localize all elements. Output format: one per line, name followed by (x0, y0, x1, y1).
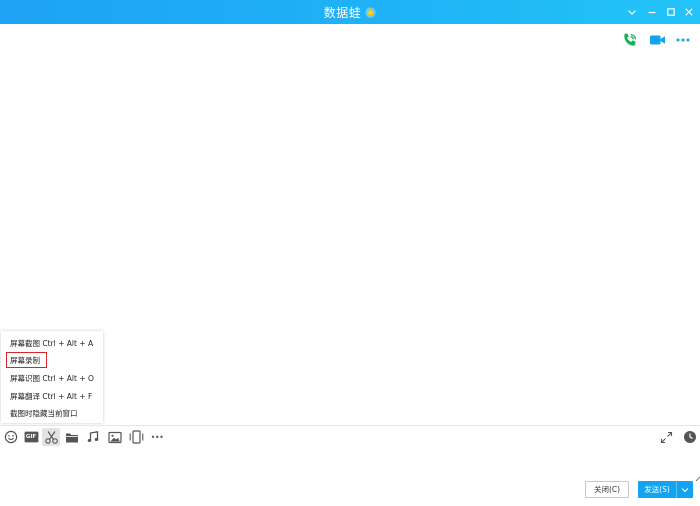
expand-button[interactable] (658, 429, 674, 445)
chevron-down-icon (681, 487, 689, 492)
menu-item-screen-record[interactable]: 屏幕录制 (6, 352, 47, 368)
voice-call-button[interactable] (621, 31, 639, 49)
emoji-icon (4, 430, 18, 444)
maximize-button[interactable] (662, 3, 680, 21)
message-input[interactable] (0, 450, 700, 482)
close-button[interactable] (680, 3, 698, 21)
window-title: 数据蛙 (323, 5, 362, 20)
expand-icon (660, 431, 672, 443)
minimize-icon (648, 11, 656, 14)
screenshot-menu: 屏幕截图 Ctrl + Alt + A 屏幕录制 屏幕识图 Ctrl + Alt… (1, 331, 103, 423)
toolbar-more-button[interactable]: ••• (148, 429, 166, 445)
title-wrap: 数据蛙 (0, 0, 700, 24)
chevron-down-icon (628, 10, 636, 15)
send-button[interactable]: 发送(S) (638, 481, 676, 498)
voice-call-icon (624, 33, 637, 46)
gif-button[interactable]: GIF (23, 429, 39, 445)
menu-item-screen-ocr[interactable]: 屏幕识图 Ctrl + Alt + O (1, 370, 103, 386)
phone-screen-icon (129, 430, 143, 444)
music-button[interactable] (85, 429, 101, 445)
menu-item-hide-window[interactable]: 截图时隐藏当前窗口 (1, 405, 103, 421)
maximize-icon (667, 8, 675, 16)
title-bar: 数据蛙 (0, 0, 700, 24)
menu-item-screenshot[interactable]: 屏幕截图 Ctrl + Alt + A (1, 335, 103, 351)
scissors-icon (44, 430, 58, 444)
chat-window: 数据蛙 屏幕截图 Ctrl + Alt + A 屏幕录制 屏幕识图 Ctrl +… (0, 0, 700, 506)
minimize-button[interactable] (643, 3, 661, 21)
image-icon (108, 431, 122, 443)
file-button[interactable] (64, 429, 80, 445)
toolbar-divider (0, 425, 700, 426)
star-icon (365, 6, 376, 18)
history-button[interactable] (682, 429, 698, 445)
folder-icon (66, 433, 78, 442)
more-icon: ••• (150, 432, 164, 442)
video-call-button[interactable] (648, 31, 666, 49)
screenshot-button[interactable] (42, 428, 60, 446)
phone-screen-button[interactable] (128, 429, 144, 445)
emoji-button[interactable] (3, 429, 19, 445)
menu-item-screen-translate[interactable]: 屏幕翻译 Ctrl + Alt + F (1, 388, 103, 404)
send-options-button[interactable] (676, 481, 693, 498)
music-icon (87, 431, 99, 442)
more-options-button[interactable] (674, 31, 692, 49)
close-icon (685, 8, 693, 16)
close-chat-button[interactable]: 关闭(C) (585, 481, 629, 498)
gif-label: GIF (25, 434, 37, 440)
image-button[interactable] (107, 429, 123, 445)
dropdown-button[interactable] (623, 3, 641, 21)
video-call-icon (649, 35, 665, 45)
more-icon (676, 38, 690, 42)
history-clock-icon (684, 431, 696, 443)
